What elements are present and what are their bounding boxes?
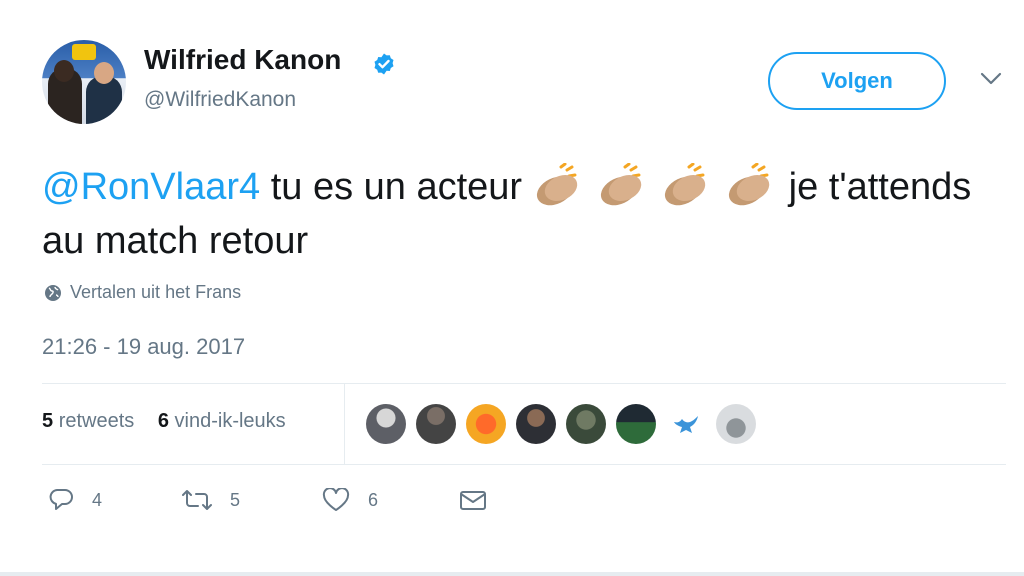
- liker-avatar[interactable]: [416, 404, 456, 444]
- likes-label: vind-ik-leuks: [174, 410, 286, 432]
- liker-avatar[interactable]: [716, 404, 756, 444]
- mention-link[interactable]: @RonVlaar4: [42, 166, 260, 208]
- divider: [42, 464, 1006, 465]
- like-count: 6: [368, 489, 379, 510]
- tweet-text-part: tu es un acteur: [260, 166, 533, 208]
- profile-avatar[interactable]: [42, 40, 126, 124]
- translate-label: Vertalen uit het Frans: [70, 282, 242, 302]
- follow-button[interactable]: Volgen: [768, 52, 946, 110]
- verified-badge-icon: [374, 53, 394, 75]
- retweet-count: 5: [230, 489, 241, 510]
- clap-emoji-icon: [536, 163, 577, 206]
- divider: [344, 384, 345, 464]
- retweet-icon: [182, 490, 212, 510]
- chevron-down-icon[interactable]: [980, 72, 1002, 86]
- clap-emoji-icon: [728, 163, 769, 206]
- liker-avatar[interactable]: [616, 404, 656, 444]
- liker-avatar[interactable]: [666, 404, 706, 444]
- tweet-timestamp[interactable]: 21:26 - 19 aug. 2017: [42, 334, 245, 360]
- direct-message-button[interactable]: [458, 488, 506, 512]
- bottom-border: [0, 572, 1024, 576]
- likes-stat[interactable]: 6 vind-ik-leuks: [158, 410, 286, 432]
- retweets-stat[interactable]: 5 retweets: [42, 410, 134, 432]
- globe-icon: [45, 284, 61, 301]
- heart-icon: [322, 488, 350, 511]
- retweet-button[interactable]: 5: [182, 488, 240, 512]
- reply-count: 4: [92, 489, 103, 510]
- reply-icon: [49, 489, 73, 510]
- envelope-icon: [460, 491, 486, 510]
- translate-link[interactable]: Vertalen uit het Frans: [44, 282, 241, 303]
- like-button[interactable]: 6: [322, 488, 378, 512]
- display-name[interactable]: Wilfried Kanon: [144, 44, 341, 76]
- reply-button[interactable]: 4: [48, 488, 102, 512]
- avatar-person-right-head: [94, 62, 114, 84]
- liker-avatar[interactable]: [366, 404, 406, 444]
- clap-emoji-icon: [600, 163, 641, 206]
- liker-avatar[interactable]: [466, 404, 506, 444]
- divider: [42, 383, 1006, 384]
- liker-avatar[interactable]: [516, 404, 556, 444]
- retweets-count: 5: [42, 410, 54, 432]
- tweet-text: @RonVlaar4 tu es un acteur je t'attends …: [42, 160, 1002, 268]
- likes-count: 6: [157, 410, 169, 432]
- avatar-person-left-head: [54, 60, 74, 82]
- clap-emoji-icon: [664, 163, 705, 206]
- club-logo: [72, 44, 96, 60]
- tweet-stats: 5 retweets 6 vind-ik-leuks: [42, 410, 304, 433]
- liker-avatar[interactable]: [566, 404, 606, 444]
- retweets-label: retweets: [58, 410, 135, 432]
- user-handle[interactable]: @WilfriedKanon: [144, 88, 296, 112]
